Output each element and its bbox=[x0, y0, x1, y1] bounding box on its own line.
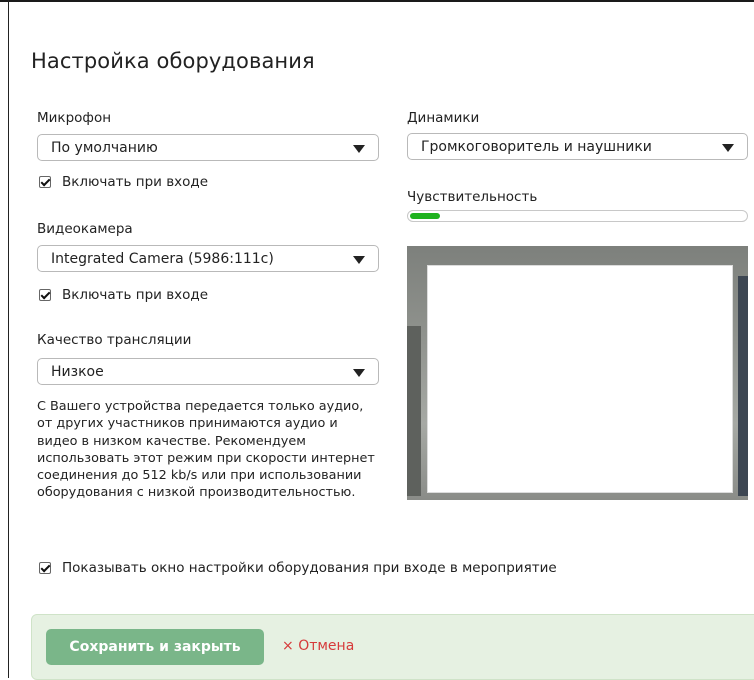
camera-label: Видеокамера bbox=[37, 221, 133, 237]
sensitivity-meter-fill bbox=[410, 213, 441, 219]
cancel-button[interactable]: × Отмена bbox=[282, 638, 354, 654]
camera-select-value: Integrated Camera (5986:111c) bbox=[51, 251, 274, 267]
chevron-down-icon bbox=[353, 145, 365, 153]
speakers-select[interactable]: Громкоговоритель и наушники bbox=[407, 133, 748, 160]
speakers-select-value: Громкоговоритель и наушники bbox=[421, 139, 652, 155]
chevron-down-icon bbox=[353, 369, 365, 377]
microphone-enable-checkbox[interactable]: Включать при входе bbox=[39, 174, 208, 190]
quality-select[interactable]: Низкое bbox=[37, 358, 379, 385]
quality-select-value: Низкое bbox=[51, 364, 104, 380]
camera-preview bbox=[407, 246, 748, 500]
show-on-join-label: Показывать окно настройки оборудования п… bbox=[62, 560, 557, 576]
cancel-label: Отмена bbox=[298, 638, 355, 654]
save-and-close-button[interactable]: Сохранить и закрыть bbox=[46, 629, 264, 665]
sensitivity-label: Чувствительность bbox=[407, 189, 538, 205]
equipment-settings-dialog: Настройка оборудования Микрофон По умолч… bbox=[9, 2, 754, 680]
microphone-select[interactable]: По умолчанию bbox=[37, 134, 379, 161]
camera-enable-label: Включать при входе bbox=[62, 287, 209, 303]
quality-description: С Вашего устройства передается только ау… bbox=[37, 399, 375, 501]
quality-label: Качество трансляции bbox=[37, 332, 192, 348]
microphone-select-value: По умолчанию bbox=[51, 140, 158, 156]
camera-preview-frame bbox=[427, 265, 733, 493]
checkmark-icon bbox=[39, 176, 51, 188]
close-icon: × bbox=[282, 638, 294, 654]
checkmark-icon bbox=[39, 289, 51, 301]
microphone-enable-label: Включать при входе bbox=[62, 174, 209, 190]
speakers-label: Динамики bbox=[407, 110, 480, 126]
camera-preview-background bbox=[738, 276, 748, 496]
dialog-title: Настройка оборудования bbox=[31, 49, 315, 73]
show-on-join-checkbox[interactable]: Показывать окно настройки оборудования п… bbox=[39, 560, 557, 576]
dialog-footer: Сохранить и закрыть × Отмена bbox=[31, 614, 754, 680]
checkmark-icon bbox=[39, 562, 51, 574]
chevron-down-icon bbox=[353, 256, 365, 264]
sensitivity-meter bbox=[407, 210, 748, 222]
chevron-down-icon bbox=[722, 144, 734, 152]
microphone-label: Микрофон bbox=[37, 110, 112, 126]
camera-enable-checkbox[interactable]: Включать при входе bbox=[39, 287, 208, 303]
camera-preview-background bbox=[407, 326, 421, 496]
camera-select[interactable]: Integrated Camera (5986:111c) bbox=[37, 245, 379, 272]
